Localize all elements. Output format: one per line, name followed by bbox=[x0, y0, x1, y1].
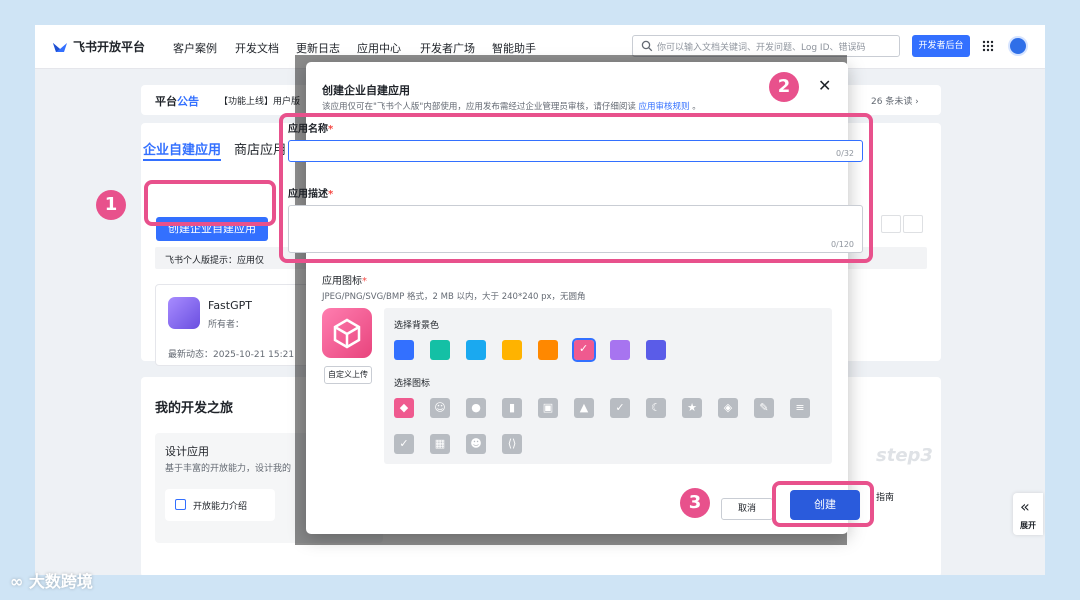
nav-item-cases[interactable]: 客户案例 bbox=[173, 40, 217, 56]
robot-icon[interactable]: ☺ bbox=[430, 398, 450, 418]
app-owner: 所有者： bbox=[208, 320, 245, 330]
feishu-logo-icon[interactable] bbox=[51, 38, 69, 56]
cube-icon[interactable]: ◆ bbox=[394, 398, 414, 418]
app-last-activity: 最新动态：2025-10-21 15:21 bbox=[168, 350, 295, 360]
announcement-title: 平台公告 bbox=[155, 95, 199, 108]
search-icon bbox=[641, 40, 653, 52]
announcement-text[interactable]: 【功能上线】用户版 bbox=[219, 94, 300, 107]
step-title: 设计应用 bbox=[165, 445, 209, 458]
moon-icon[interactable]: ☾ bbox=[646, 398, 666, 418]
users-icon[interactable]: ☻ bbox=[466, 434, 486, 454]
wrench-icon[interactable]: ✎ bbox=[754, 398, 774, 418]
hint-text: 飞书个人版提示：应用仅 bbox=[165, 256, 265, 266]
tag-icon[interactable]: ◈ bbox=[718, 398, 738, 418]
app-name: FastGPT bbox=[208, 299, 252, 312]
chart-icon[interactable]: ▮ bbox=[502, 398, 522, 418]
nav-item-assistant[interactable]: 智能助手 bbox=[492, 40, 536, 56]
callout-number-3: 3 bbox=[680, 488, 710, 518]
step-link-label: 开放能力介绍 bbox=[193, 502, 248, 512]
bell-icon[interactable]: ▲ bbox=[574, 398, 594, 418]
review-rules-link[interactable]: 应用审核规则 bbox=[639, 102, 690, 112]
briefcase-icon[interactable]: ▣ bbox=[538, 398, 558, 418]
bg-color-swatch[interactable] bbox=[572, 338, 596, 362]
nav-item-changelog[interactable]: 更新日志 bbox=[296, 40, 340, 56]
bg-color-swatch[interactable] bbox=[502, 340, 522, 360]
bg-color-swatch[interactable] bbox=[538, 340, 558, 360]
icon-hint: JPEG/PNG/SVG/BMP 格式，2 MB 以内，大于 240*240 p… bbox=[322, 292, 586, 302]
grid-view-icon[interactable] bbox=[881, 215, 901, 233]
layout-icon[interactable]: ▦ bbox=[430, 434, 450, 454]
bulb-icon[interactable]: ● bbox=[466, 398, 486, 418]
checklist-icon[interactable]: ✓ bbox=[610, 398, 630, 418]
callout-frame-3 bbox=[772, 481, 874, 527]
shield-icon[interactable]: ✓ bbox=[394, 434, 414, 454]
doc-icon bbox=[175, 499, 186, 510]
tab-enterprise-apps[interactable]: 企业自建应用 bbox=[143, 139, 221, 158]
step3-label: step3 bbox=[876, 445, 933, 466]
app-card[interactable]: FastGPT 所有者： 最新动态：2025-10-21 15:21 bbox=[155, 284, 315, 366]
search-input[interactable]: 你可以输入文档关键词、开发问题、Log ID、错误码 bbox=[632, 35, 900, 57]
watermark: ∞ 大数跨境 bbox=[10, 572, 93, 591]
document-icon[interactable]: ≡ bbox=[790, 398, 810, 418]
step-description: 基于丰富的开放能力，设计我的 bbox=[165, 464, 292, 474]
callout-number-1: 1 bbox=[96, 190, 126, 220]
search-placeholder: 你可以输入文档关键词、开发问题、Log ID、错误码 bbox=[657, 43, 866, 53]
avatar[interactable] bbox=[1008, 36, 1028, 56]
unread-count-link[interactable]: 26 条未读 › bbox=[871, 94, 919, 107]
cube-icon bbox=[168, 297, 200, 329]
list-view-icon[interactable] bbox=[903, 215, 923, 233]
nav-item-docs[interactable]: 开发文档 bbox=[235, 40, 279, 56]
bg-color-label: 选择背景色 bbox=[394, 321, 440, 331]
tab-indicator bbox=[143, 159, 221, 161]
custom-upload-button[interactable]: 自定义上传 bbox=[324, 366, 372, 384]
code-icon[interactable]: ⟨⟩ bbox=[502, 434, 522, 454]
platform-name[interactable]: 飞书开放平台 bbox=[73, 38, 145, 55]
bg-color-swatch[interactable] bbox=[646, 340, 666, 360]
expand-label: 展开 bbox=[1020, 521, 1036, 530]
dialog-subtitle: 该应用仅可在"飞书个人版"内部使用，应用发布需经过企业管理员审核，请仔细阅读 应… bbox=[322, 102, 701, 112]
callout-frame-2 bbox=[279, 113, 873, 263]
developer-console-button[interactable]: 开发者后台 bbox=[912, 35, 970, 57]
icon-label: 应用图标* bbox=[322, 276, 367, 287]
bg-color-swatch[interactable] bbox=[610, 340, 630, 360]
icon-picker: 选择背景色 选择图标 ◆ ☺ ● ▮ ▣ ▲ ✓ ☾ ★ ◈ ✎ ≡ ✓ ▦ ☻… bbox=[384, 308, 832, 464]
expand-panel-button[interactable]: « 展开 bbox=[1013, 493, 1043, 535]
dialog-title: 创建企业自建应用 bbox=[322, 84, 410, 97]
apps-grid-icon[interactable] bbox=[982, 40, 994, 52]
watermark-logo-icon: ∞ bbox=[10, 572, 29, 591]
journey-title: 我的开发之旅 bbox=[155, 401, 234, 416]
cube-icon-preview bbox=[322, 308, 372, 358]
bg-color-swatch[interactable] bbox=[394, 340, 414, 360]
callout-number-2: 2 bbox=[769, 72, 799, 102]
cancel-button[interactable]: 取消 bbox=[721, 498, 773, 520]
nav-item-dev-square[interactable]: 开发者广场 bbox=[420, 40, 475, 56]
star-icon[interactable]: ★ bbox=[682, 398, 702, 418]
capability-intro-link[interactable]: 开放能力介绍 bbox=[165, 489, 275, 521]
close-icon[interactable]: ✕ bbox=[818, 78, 831, 94]
bg-color-swatch[interactable] bbox=[430, 340, 450, 360]
callout-frame-1 bbox=[144, 180, 276, 226]
icon-pick-label: 选择图标 bbox=[394, 379, 431, 389]
bg-color-swatch[interactable] bbox=[466, 340, 486, 360]
double-chevron-left-icon: « bbox=[1020, 497, 1030, 516]
nav-item-app-center[interactable]: 应用中心 bbox=[357, 40, 401, 56]
